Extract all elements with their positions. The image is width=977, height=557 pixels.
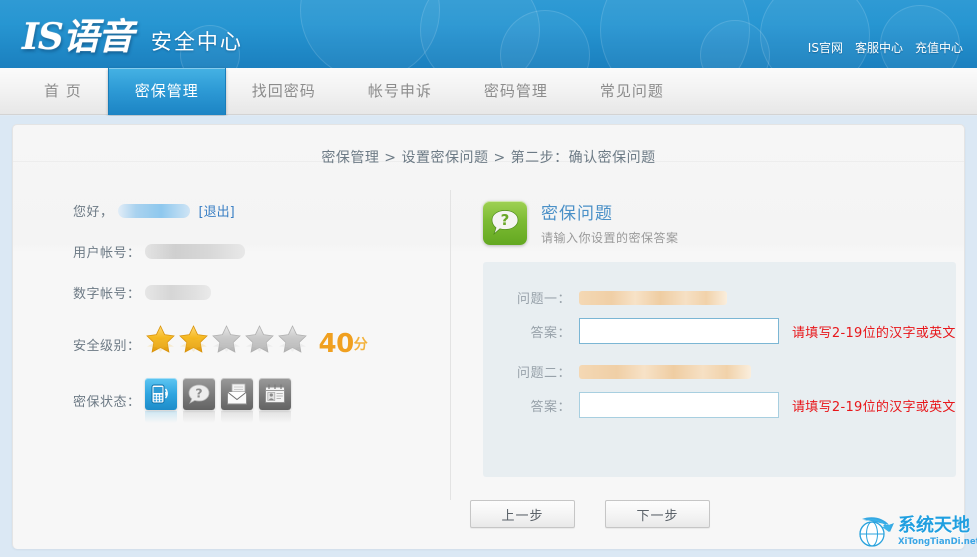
account-summary-column: 您好， [退出] 用户帐号： 数字帐号： 安全级别： 40 分 密保状态： ? [13, 201, 443, 445]
security-score: 40 [318, 329, 355, 359]
security-status-label: 密保状态： [73, 395, 141, 410]
answer-one-row: 答案： 请填写2-19位的汉字或英文 [483, 318, 956, 344]
question-panel-title: 密保问题 [541, 204, 613, 224]
redacted-number-account [144, 285, 211, 300]
globe-arrow-icon [856, 515, 894, 549]
question-one-label: 问题一： [516, 292, 571, 307]
nav-item-retrieve-password[interactable]: 找回密码 [226, 68, 342, 115]
redacted-nickname [117, 203, 190, 218]
nav-item-faq[interactable]: 常见问题 [574, 68, 690, 115]
icon-reflection [258, 411, 291, 423]
logo-secondary-text: 安全中心 [150, 30, 243, 54]
logo-primary-text: IS语音 [22, 16, 134, 58]
decorative-bubble [760, 0, 870, 68]
column-divider [450, 190, 451, 500]
svg-text:?: ? [501, 211, 510, 229]
next-step-button[interactable]: 下一步 [605, 500, 710, 528]
question-two-row: 问题二： [483, 362, 956, 381]
answer-one-input[interactable] [579, 318, 779, 344]
icon-reflection [182, 411, 215, 423]
redacted-question-two-text [579, 364, 751, 379]
breadcrumb: 密保管理 > 设置密保问题 > 第二步：确认密保问题 [321, 150, 656, 166]
decorative-bubble [880, 5, 960, 68]
content-panel: 密保管理 > 设置密保问题 > 第二步：确认密保问题 您好， [退出] 用户帐号… [12, 124, 965, 549]
greeting-label: 您好， [73, 205, 114, 220]
header-links: IS官网 客服中心 充值中心 [808, 39, 963, 56]
star-icon-filled [177, 324, 210, 364]
number-account-row: 数字帐号： [13, 283, 443, 302]
mobile-phone-icon [144, 378, 177, 410]
logout-link[interactable]: [退出] [199, 201, 235, 220]
id-card-icon [258, 378, 291, 410]
watermark-english: XiTongTianDi.net [898, 537, 977, 548]
security-status-row: 密保状态： ? [13, 378, 443, 423]
status-icon-mobile-phone[interactable] [144, 378, 177, 423]
star-icon-empty [276, 324, 309, 364]
security-score-unit: 分 [353, 337, 368, 353]
site-watermark: 系统天地 XiTongTianDi.net [850, 507, 977, 557]
security-level-label: 安全级别： [73, 338, 141, 354]
question-panel-title-block: 密保问题 请输入你设置的密保答案 [541, 199, 679, 246]
status-icon-id-card[interactable] [258, 378, 291, 423]
redacted-user-account [144, 244, 245, 259]
greeting-row: 您好， [退出] [13, 201, 443, 220]
number-account-label: 数字帐号： [73, 287, 141, 302]
security-question-column: ? 密保问题 请输入你设置的密保答案 问题一： 答案： 请填写2-19位的汉字或… [483, 199, 956, 477]
nav-item-security-management[interactable]: 密保管理 [107, 68, 226, 115]
question-panel-description: 请输入你设置的密保答案 [541, 231, 679, 245]
answer-one-label: 答案： [530, 325, 571, 341]
nav-item-home[interactable]: 首 页 [18, 68, 108, 115]
answer-two-row: 答案： 请填写2-19位的汉字或英文 [483, 392, 956, 418]
svg-text:?: ? [195, 386, 202, 401]
question-two-label: 问题二： [516, 366, 571, 381]
star-icon-filled [144, 324, 177, 364]
status-icon-question[interactable]: ? [182, 378, 215, 423]
watermark-chinese: 系统天地 [898, 515, 970, 537]
status-icon-email[interactable] [220, 378, 253, 423]
question-panel-header: ? 密保问题 请输入你设置的密保答案 [483, 199, 953, 246]
star-icon-empty [210, 324, 243, 364]
question-mark-icon: ? [182, 378, 215, 410]
security-status-icons: ? [144, 378, 291, 423]
header-link-recharge-center[interactable]: 充值中心 [915, 39, 963, 56]
site-header: IS语音 安全中心 IS官网 客服中心 充值中心 [0, 0, 977, 68]
nav-item-account-appeal[interactable]: 帐号申诉 [342, 68, 458, 115]
security-level-row: 安全级别： 40 分 [13, 324, 443, 364]
watermark-text: 系统天地 XiTongTianDi.net [898, 517, 977, 547]
page-root: IS语音 安全中心 IS官网 客服中心 充值中心 首 页 密保管理 找回密码 帐… [0, 0, 977, 557]
question-one-row: 问题一： [483, 288, 956, 307]
redacted-question-one-text [579, 290, 727, 305]
user-account-label: 用户帐号： [73, 246, 141, 261]
previous-step-button[interactable]: 上一步 [470, 500, 575, 528]
site-logo[interactable]: IS语音 安全中心 [22, 8, 243, 60]
envelope-mail-icon [220, 378, 253, 410]
answer-two-label: 答案： [530, 399, 571, 415]
answer-one-hint: 请填写2-19位的汉字或英文 [792, 325, 956, 341]
answer-two-input[interactable] [579, 392, 779, 418]
user-account-row: 用户帐号： [13, 242, 443, 261]
nav-item-password-management[interactable]: 密码管理 [458, 68, 574, 115]
icon-reflection [144, 411, 177, 423]
answer-form-box: 问题一： 答案： 请填写2-19位的汉字或英文 问题二： 答案： 请填写2-19… [483, 262, 956, 477]
decorative-bubble [300, 0, 440, 68]
icon-reflection [220, 411, 253, 423]
form-actions: 上一步 下一步 [470, 500, 710, 528]
star-icon-empty [243, 324, 276, 364]
question-bubble-icon: ? [483, 200, 527, 245]
main-navigation: 首 页 密保管理 找回密码 帐号申诉 密码管理 常见问题 [0, 68, 977, 115]
answer-two-hint: 请填写2-19位的汉字或英文 [792, 399, 956, 415]
header-link-service-center[interactable]: 客服中心 [855, 39, 903, 56]
header-link-official-site[interactable]: IS官网 [808, 39, 843, 56]
security-level-stars [144, 324, 309, 364]
